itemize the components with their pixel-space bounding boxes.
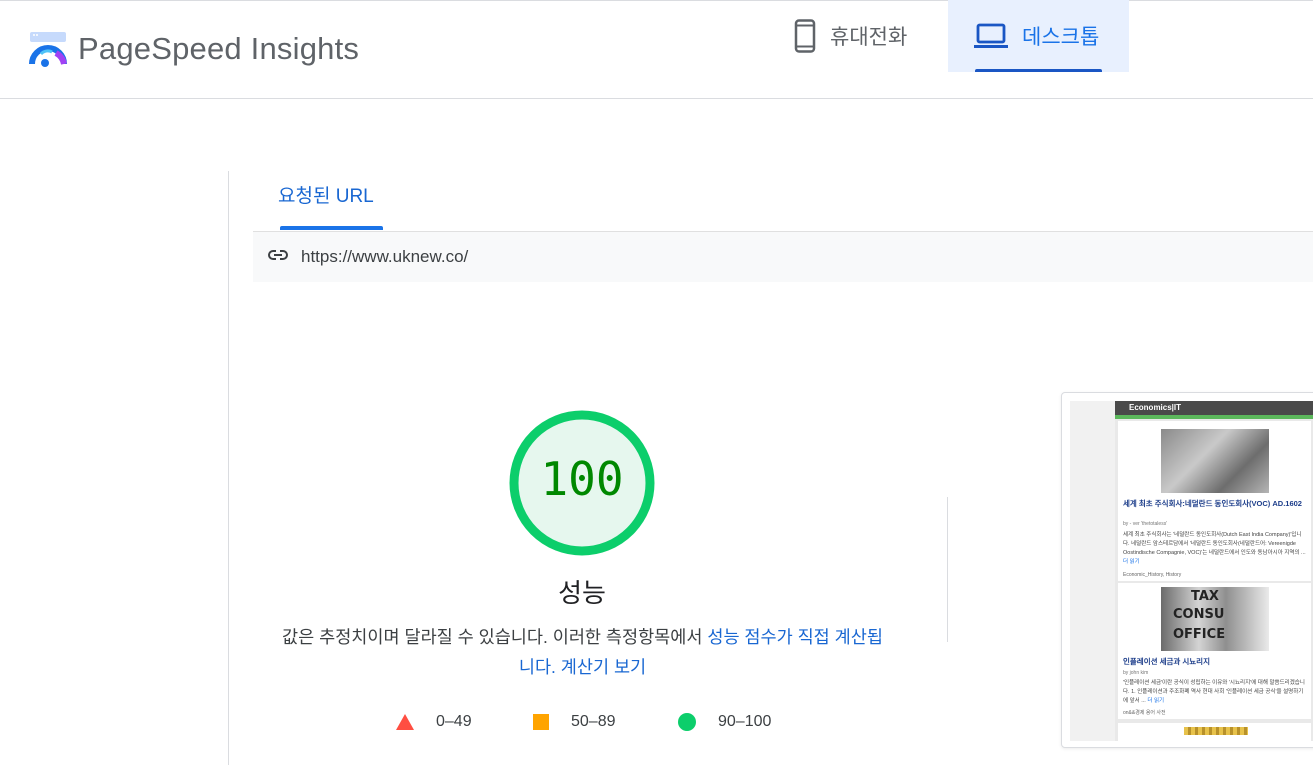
- tab-underline: [280, 226, 383, 230]
- post-tags: on&&경제 용어 사전: [1123, 710, 1166, 716]
- score-description: 값은 추정치이며 달라질 수 있습니다. 이러한 측정항목에서 성능 점수가 직…: [275, 622, 890, 682]
- post-excerpt: '인플레이션 세금'이란 공식이 성립하는 이유와 '시뇨리지'에 대해 말씀드…: [1123, 680, 1305, 704]
- triangle-icon: [396, 714, 414, 730]
- page-screenshot[interactable]: Economics|IT 세계 최초 주식회사:네덜란드 동인도회사(VOC) …: [1061, 392, 1313, 748]
- tab-desktop-label: 데스크톱: [1022, 26, 1100, 49]
- vertical-divider: [947, 497, 948, 642]
- smartphone-icon: [794, 19, 816, 53]
- screenshot-canvas: Economics|IT 세계 최초 주식회사:네덜란드 동인도회사(VOC) …: [1070, 401, 1313, 741]
- requested-url[interactable]: https://www.uknew.co/: [301, 247, 468, 267]
- post-meta: by john kim: [1123, 670, 1149, 676]
- post-meta: by - ver 'thetotaless': [1123, 521, 1168, 527]
- pagespeed-logo-icon[interactable]: [28, 31, 68, 67]
- post-image: TAX CONSU OFFICE: [1161, 587, 1269, 651]
- score-value: 100: [540, 452, 624, 506]
- screenshot-post-card: [1118, 723, 1311, 741]
- link-icon: [268, 250, 288, 260]
- laptop-icon: [974, 23, 1008, 48]
- circle-icon: [678, 713, 696, 731]
- calculator-link[interactable]: 계산기 보기: [561, 657, 646, 677]
- legend-item-pass: 90–100: [678, 713, 771, 731]
- legend-item-average: 50–89: [533, 713, 616, 731]
- screenshot-post-card: 세계 최초 주식회사:네덜란드 동인도회사(VOC) AD.1602 by - …: [1118, 421, 1311, 581]
- legend-range: 50–89: [571, 713, 616, 730]
- post-tags: Economic_History, History: [1123, 572, 1182, 578]
- post-image: [1184, 727, 1248, 735]
- score-title: 성능: [558, 578, 606, 608]
- post-title: 세계 최초 주식회사:네덜란드 동인도회사(VOC) AD.1602: [1123, 499, 1302, 508]
- square-icon: [533, 714, 549, 730]
- post-excerpt: 세계 최초 주식회사는 '네덜란드 동인도회사(Dutch East India…: [1123, 532, 1306, 565]
- screenshot-accent-bar: [1115, 415, 1313, 419]
- screenshot-main-column: Economics|IT 세계 최초 주식회사:네덜란드 동인도회사(VOC) …: [1115, 401, 1313, 741]
- url-bar: https://www.uknew.co/: [253, 231, 1313, 282]
- screenshot-header: Economics|IT: [1115, 401, 1313, 415]
- post-image: [1161, 429, 1269, 493]
- post-title: 인플레이션 세금과 시뇨리지: [1123, 657, 1210, 666]
- legend-item-fail: 0–49: [396, 713, 472, 731]
- tab-mobile[interactable]: 휴대전화: [794, 0, 944, 72]
- score-desc-text: 값은 추정치이며 달라질 수 있습니다. 이러한 측정항목에서: [282, 627, 708, 647]
- tab-requested-url[interactable]: 요청된 URL: [278, 181, 374, 208]
- content-divider: [228, 171, 229, 765]
- tab-desktop[interactable]: 데스크톱: [948, 0, 1129, 72]
- screenshot-post-card: TAX CONSU OFFICE 인플레이션 세금과 시뇨리지 by john …: [1118, 583, 1311, 719]
- legend-range: 0–49: [436, 713, 472, 730]
- tab-mobile-label: 휴대전화: [830, 26, 908, 49]
- legend-range: 90–100: [718, 713, 772, 730]
- brand-title[interactable]: PageSpeed Insights: [78, 31, 359, 67]
